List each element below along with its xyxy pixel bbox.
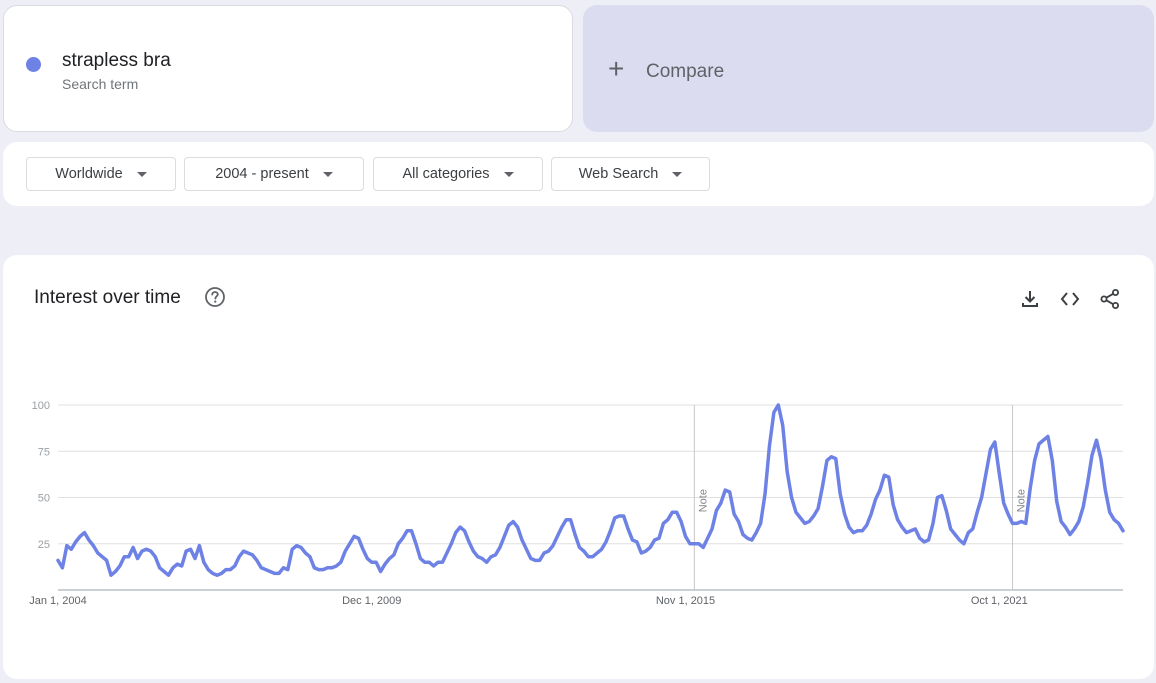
x-tick-label: Dec 1, 2009 (342, 595, 401, 607)
interest-over-time-chart: 25 50 75 100 Jan 1, 2004 Dec 1, 2009 Nov 1, 20… (29, 400, 1125, 607)
y-tick-label: 25 (38, 539, 50, 551)
note-annotation-label: Note (697, 489, 709, 512)
series-line-strapless-bra (56, 403, 1125, 577)
y-tick-label: 75 (38, 446, 50, 458)
x-tick-label: Oct 1, 2021 (971, 595, 1028, 607)
x-tick-label: Jan 1, 2004 (29, 595, 87, 607)
y-tick-label: 100 (32, 400, 50, 412)
x-tick-label: Nov 1, 2015 (656, 595, 715, 607)
y-tick-label: 50 (38, 493, 50, 505)
note-annotation-label: Note (1016, 489, 1028, 512)
